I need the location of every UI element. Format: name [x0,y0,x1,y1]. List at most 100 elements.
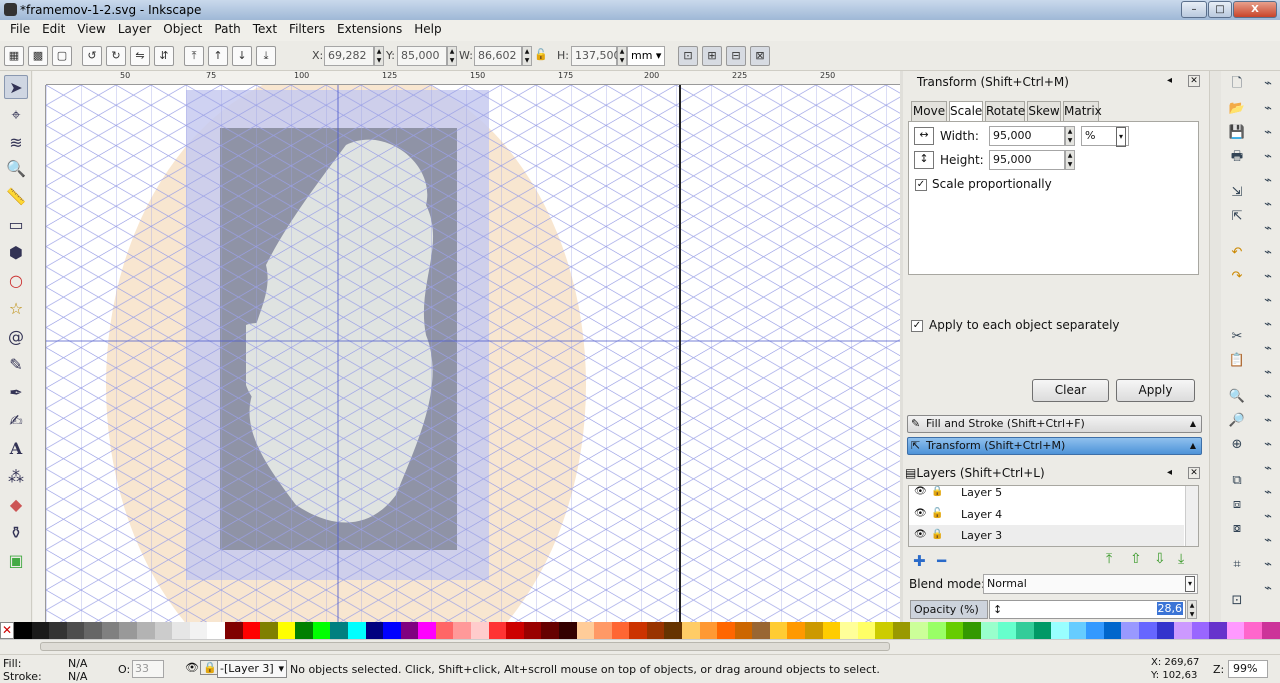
color-swatch[interactable] [1121,622,1139,639]
raise-icon[interactable]: ↑ [208,46,228,66]
snap-bbox-corner-icon[interactable]: ⌁ [1258,147,1278,167]
color-swatch[interactable] [506,622,524,639]
unlock-icon[interactable]: 🔓 [931,508,943,519]
w-field[interactable]: 86,602 [474,46,522,66]
clear-button[interactable]: Clear [1032,379,1109,402]
export-icon[interactable]: ⇱ [1227,207,1247,227]
color-swatch[interactable] [365,622,384,639]
snap-grid-icon[interactable]: ⌁ [1258,459,1278,479]
color-swatch[interactable] [453,622,472,639]
text-tool-icon[interactable]: A [4,437,28,461]
dock-arrow-icon[interactable]: ◂ [1167,75,1172,86]
drawing-canvas[interactable] [46,85,900,622]
remove-layer-icon[interactable]: ━ [937,552,946,570]
snap-perpendicular-icon[interactable]: ⌁ [1258,507,1278,527]
menu-layer[interactable]: Layer [112,20,157,41]
color-swatch[interactable] [1191,622,1210,639]
color-swatch[interactable] [172,622,190,639]
color-swatch[interactable] [541,622,559,639]
snap-midpoint-icon[interactable]: ⌁ [1258,339,1278,359]
color-swatch[interactable] [734,622,753,639]
canvas-horizontal-scrollbar[interactable] [0,639,1280,654]
color-swatch[interactable] [488,622,507,639]
snap-guide-icon[interactable]: ⌁ [1258,483,1278,503]
color-swatch[interactable] [84,622,102,639]
close-icon[interactable]: ✕ [1188,467,1200,479]
current-layer-select[interactable]: -[Layer 3] ▾ [217,660,287,678]
undo-icon[interactable]: ↶ [1227,243,1247,263]
dock-arrow-icon[interactable]: ◂ [1167,467,1172,478]
tab-matrix[interactable]: Matrix [1063,101,1102,121]
snap-intersections-icon[interactable]: ⌁ [1258,267,1278,287]
color-swatch[interactable] [1086,622,1104,639]
h-spinner[interactable]: ▲ ▼ [617,46,627,66]
horizontal-ruler[interactable]: 50 75 100 125 150 175 200 225 250 [46,71,900,85]
color-swatch[interactable] [418,622,436,639]
color-swatch[interactable] [1051,622,1069,639]
duplicate-icon[interactable]: ⧉ [1227,471,1247,491]
color-swatch[interactable] [154,622,173,639]
deselect-icon[interactable]: ▢ [52,46,72,66]
color-swatch[interactable] [119,622,138,639]
3d-box-tool-icon[interactable]: ⬢ [4,241,28,265]
menu-path[interactable]: Path [208,20,246,41]
lock-icon[interactable]: 🔒 [931,486,943,497]
snap-bbox-edge-icon[interactable]: ⌁ [1258,123,1278,143]
color-swatch[interactable] [471,622,489,639]
height-spinner[interactable]: ▲ ▼ [1065,150,1075,170]
no-paint-swatch[interactable]: ✕ [0,622,14,639]
snap-bbox-center-icon[interactable]: ⌁ [1258,195,1278,215]
color-swatch[interactable] [137,622,155,639]
transform-panel-bar[interactable]: ⇱ Transform (Shift+Ctrl+M) ▲ [907,437,1202,455]
ellipse-tool-icon[interactable]: ○ [4,269,28,293]
layer-row[interactable]: 👁 🔒 Layer 5 [909,486,1184,503]
rotate-ccw-icon[interactable]: ↺ [82,46,102,66]
layer-visibility-icon[interactable]: 👁 [185,661,199,674]
snap-nodes-icon[interactable]: ⌁ [1258,219,1278,239]
color-swatch[interactable] [1226,622,1245,639]
color-swatch[interactable] [207,622,225,639]
x-field[interactable]: 69,282 [324,46,374,66]
color-swatch[interactable] [1156,622,1175,639]
opacity-status-field[interactable]: 33 [132,660,164,678]
raise-layer-top-icon[interactable]: ⤒ [1106,551,1112,567]
zoom-selection-icon[interactable]: 🔍 [1227,387,1247,407]
spiral-tool-icon[interactable]: @ [4,325,28,349]
opacity-value[interactable]: 28,6 [1156,602,1183,615]
color-swatch[interactable] [242,622,261,639]
snap-page-icon[interactable]: ⌁ [1258,411,1278,431]
color-swatch[interactable] [717,622,735,639]
move-gradients-icon[interactable]: ⊟ [726,46,746,66]
color-swatch[interactable] [260,622,278,639]
snap-cusp-icon[interactable]: ⌁ [1258,291,1278,311]
zoom-drawing-icon[interactable]: 🔎 [1227,411,1247,431]
color-swatch[interactable] [910,622,929,639]
color-swatch[interactable] [998,622,1016,639]
color-swatch[interactable] [980,622,999,639]
close-icon[interactable]: ✕ [1188,75,1200,87]
group-icon[interactable]: ⌗ [1227,555,1247,575]
blend-mode-select[interactable]: Normal ▾ [983,574,1198,594]
color-swatch[interactable] [66,622,85,639]
color-swatch[interactable] [805,622,823,639]
color-swatch[interactable] [14,622,32,639]
color-swatch[interactable] [1033,622,1052,639]
color-swatch[interactable] [945,622,964,639]
snap-bbox-midpoint-icon[interactable]: ⌁ [1258,171,1278,191]
zoom-fit-icon[interactable]: ⊡ [1227,591,1247,611]
y-field[interactable]: 85,000 [397,46,447,66]
snap-smooth-icon[interactable]: ⌁ [1258,315,1278,335]
node-tool-icon[interactable]: ⌖ [4,103,28,127]
select-all-icon[interactable]: ▦ [4,46,24,66]
layer-row[interactable]: 👁 🔓 Layer 4 [909,504,1184,525]
color-swatch[interactable] [31,622,50,639]
scrollbar-thumb[interactable] [40,642,890,651]
color-swatch[interactable] [1174,622,1192,639]
paste-icon[interactable]: 📋 [1227,351,1247,371]
fill-stroke-panel-bar[interactable]: ✎ Fill and Stroke (Shift+Ctrl+F) ▲ [907,415,1202,433]
color-swatch[interactable] [312,622,331,639]
apply-button[interactable]: Apply [1116,379,1195,402]
color-swatch[interactable] [787,622,806,639]
color-swatch[interactable] [1209,622,1227,639]
tab-rotate[interactable]: Rotate [985,101,1025,121]
